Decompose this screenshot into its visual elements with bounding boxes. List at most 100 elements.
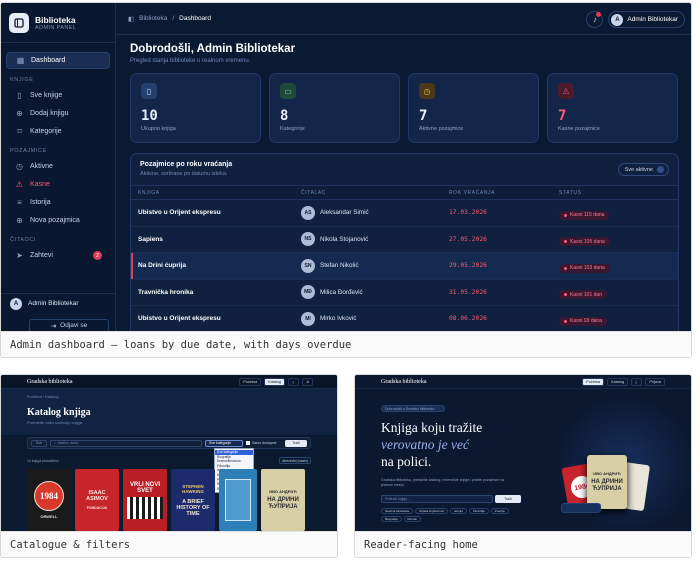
book-cover-art xyxy=(225,479,251,521)
home-navbar: Gradska biblioteka Početna Katalog ☾ Pri… xyxy=(355,375,691,389)
book-cover[interactable]: VRLI NOVI SVET xyxy=(123,469,167,531)
sidebar-item-dashboard[interactable]: ▦ Dashboard xyxy=(6,52,110,69)
table-row[interactable]: Travnička hronika MĐ Milica Đorđević 31.0… xyxy=(131,280,678,306)
search-input[interactable]: ⌕ Naslov, autor... xyxy=(50,439,202,447)
reader-name: Mirko Ivković xyxy=(320,315,357,323)
results-count: 10 knjiga pronađeno xyxy=(27,459,59,463)
category-select[interactable]: Sve kategorije xyxy=(205,439,243,447)
avatar: A xyxy=(10,297,22,310)
book-cover-author: ИВО АНДРИЋ xyxy=(593,471,621,476)
notifications-button[interactable]: ♪ xyxy=(586,11,604,28)
avatar[interactable]: A xyxy=(302,378,313,386)
table-row[interactable]: Sapiens NS Nikola Stojanović 27.05.2026 K… xyxy=(131,227,678,253)
catalogue-screenshot: Gradska biblioteka Početna Katalog ☾ A P… xyxy=(1,375,337,531)
category-chip[interactable]: Srpska književnost xyxy=(415,508,449,514)
login-link[interactable]: Prijava xyxy=(645,378,665,386)
sidebar-item-add-book[interactable]: ⊕ Dodaj knjigu xyxy=(6,105,110,122)
theme-toggle-icon[interactable]: ☾ xyxy=(630,378,643,386)
book-cover-author: ORWELL xyxy=(40,514,58,519)
hero-heading-line3: na polici. xyxy=(381,454,432,469)
cell-due-date: 31.05.2026 xyxy=(449,288,487,296)
avatar: SN xyxy=(301,258,315,273)
breadcrumb-current: Dashboard xyxy=(179,15,211,22)
sidebar-item-new-loan[interactable]: ⊕ Nova pozajmica xyxy=(6,212,110,229)
nav-link-catalogue[interactable]: Katalog xyxy=(264,378,286,386)
stat-value: 8 xyxy=(280,108,289,124)
user-menu-name: Admin Bibliotekar xyxy=(627,16,678,23)
column-header-reader: ČITALAC xyxy=(301,189,326,196)
view-all-active-button[interactable]: Sve aktivne xyxy=(617,163,669,176)
search-icon: ⌕ xyxy=(54,441,56,445)
book-cover-title: A BRIEF HISTORY OF TIME xyxy=(176,498,210,517)
category-chip[interactable]: Roman xyxy=(403,516,422,522)
sidebar-item-label: Sve knjige xyxy=(30,92,63,99)
warning-icon: ⚠ xyxy=(15,180,24,189)
user-menu-button[interactable]: A Admin Bibliotekar xyxy=(608,11,685,28)
catalogue-frame: Gradska biblioteka Početna Katalog ☾ A P… xyxy=(0,374,338,558)
column-header-status: STATUS xyxy=(559,189,582,196)
avatar: MI xyxy=(301,311,315,326)
main-content: Dobrodošli, Admin Bibliotekar Pregled st… xyxy=(116,35,691,332)
hero-heading-line1: Knjiga koju tražite xyxy=(381,420,483,435)
sidebar-item-categories[interactable]: ⌑ Kategorije xyxy=(6,123,110,140)
plus-circle-icon: ⊕ xyxy=(16,216,23,225)
category-chip[interactable]: Filozofija xyxy=(468,508,489,514)
breadcrumb-root[interactable]: Biblioteka xyxy=(139,15,167,22)
brand: Gradska biblioteka xyxy=(27,378,73,385)
sidebar-user[interactable]: A Admin Bibliotekar xyxy=(1,293,115,313)
admin-dashboard-frame: Biblioteka ADMIN PANEL ▦ Dashboard KNJIGE… xyxy=(0,2,692,358)
sidebar-item-active[interactable]: ◷ Aktivne xyxy=(6,158,110,175)
section-label-loans: POZAJMICE xyxy=(10,148,47,154)
stat-value: 7 xyxy=(419,108,428,124)
sidebar-item-requests[interactable]: ➤ Zahtevi 2 xyxy=(6,247,110,264)
sidebar-item-history[interactable]: ≡ Istorija xyxy=(6,194,110,211)
cell-reader: SN Stefan Nikolić xyxy=(301,258,449,273)
book-cover-title: НА ДРИНИ ЋУПРИЈА xyxy=(591,479,623,492)
cell-due-date: 08.06.2026 xyxy=(449,315,487,323)
sidebar-item-all-books[interactable]: ▯ Sve knjige xyxy=(6,87,110,104)
book-cover[interactable]: ISAAC ASIMOV FONDACIJA xyxy=(75,469,119,531)
hero-book-front: ИВО АНДРИЋ НА ДРИНИ ЋУПРИЈА xyxy=(587,455,627,509)
theme-toggle-icon[interactable]: ☾ xyxy=(288,378,300,386)
grid-icon: ▦ xyxy=(16,56,25,65)
filter-type-select[interactable]: Sve xyxy=(31,439,47,447)
table-row[interactable]: Ubistvo u Orijent ekspresu AS Aleksandar … xyxy=(131,200,678,227)
sort-select[interactable]: Abecedni (naziv) xyxy=(279,457,311,464)
logout-icon: ⇥ xyxy=(50,322,57,330)
table-row[interactable]: Na Drini ćuprija SN Stefan Nikolić 29.05.… xyxy=(131,253,678,280)
search-input[interactable]: Pretraži knjige... xyxy=(381,495,493,503)
sidebar-item-late[interactable]: ⚠ Kasne xyxy=(6,176,110,193)
stat-value: 10 xyxy=(141,108,158,124)
book-cover-title: FONDACIJA xyxy=(86,506,108,510)
arrow-right-icon xyxy=(657,166,664,173)
cell-status: Kasni 105 dana xyxy=(559,230,678,248)
cell-due-date: 27.05.2026 xyxy=(449,235,487,243)
book-cover-title-line2: SVET xyxy=(137,487,153,494)
status-badge: Kasni 93 dana xyxy=(559,316,607,326)
nav-link-home[interactable]: Početna xyxy=(582,378,605,386)
book-cover[interactable]: 1984 ORWELL xyxy=(27,469,71,531)
sidebar-toggle-icon[interactable]: ◧ xyxy=(128,15,134,23)
book-cover-title: НА ДРИНИ ЋУПРИЈА xyxy=(267,497,299,510)
nav-link-home[interactable]: Početna xyxy=(239,378,262,386)
nav-links: Početna Katalog ☾ A xyxy=(239,378,313,386)
book-cover[interactable] xyxy=(219,469,257,531)
category-chip[interactable]: Poezija xyxy=(490,508,509,514)
book-grid: 1984 ORWELL ISAAC ASIMOV FONDACIJA VRLI … xyxy=(27,469,305,531)
avatar: A xyxy=(611,13,624,26)
search-button[interactable]: Traži xyxy=(495,495,521,503)
table-row[interactable]: Ubistvo u Orijent ekspresu MI Mirko Ivkov… xyxy=(131,306,678,332)
book-cover[interactable]: ИВО АНДРИЋ НА ДРИНИ ЋУПРИЈА xyxy=(261,469,305,531)
available-only-checkbox[interactable]: Samo dostupne xyxy=(246,441,277,445)
category-chip[interactable]: Naučna fantastika xyxy=(381,508,414,514)
nav-link-catalogue[interactable]: Katalog xyxy=(607,378,628,386)
book-cover[interactable]: STEPHEN HAWKING A BRIEF HISTORY OF TIME xyxy=(171,469,215,531)
search-button[interactable]: Traži xyxy=(285,439,307,447)
stat-label: Aktivne pozajmice xyxy=(419,126,464,132)
cell-book: Ubistvo u Orijent ekspresu xyxy=(138,209,221,217)
category-chip[interactable]: Istorija xyxy=(450,508,467,514)
category-chip[interactable]: Biografija xyxy=(381,516,402,522)
avatar: NS xyxy=(301,232,315,247)
caption: Reader-facing home xyxy=(355,531,691,557)
cell-status: Kasni 115 dana xyxy=(559,204,678,222)
